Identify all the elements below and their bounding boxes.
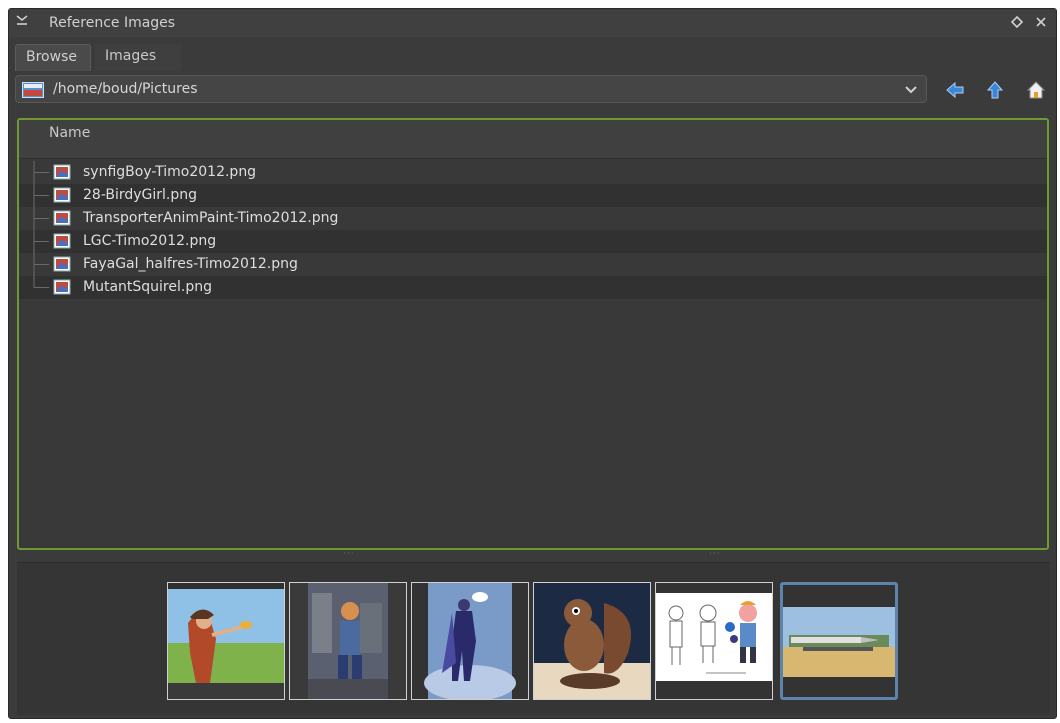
file-name: synfigBoy-Timo2012.png (83, 164, 257, 180)
chevron-down-icon[interactable] (904, 83, 918, 97)
image-file-icon (53, 164, 71, 180)
file-row[interactable]: MutantSquirel.png (19, 276, 1047, 299)
file-name: MutantSquirel.png (83, 279, 212, 295)
splitter-grip: ··· (709, 549, 721, 559)
thumbnail[interactable] (655, 582, 773, 700)
splitter-grip: ··· (343, 549, 355, 559)
file-row[interactable]: synfigBoy-Timo2012.png (19, 161, 1047, 184)
thumbnail-selected[interactable] (780, 582, 898, 700)
file-row[interactable]: LGC-Timo2012.png (19, 230, 1047, 253)
image-file-icon (53, 256, 71, 272)
reference-images-docker: Reference Images Browse Images /home/bou… (8, 8, 1057, 719)
thumbnail-strip (17, 562, 1050, 715)
home-icon[interactable] (1025, 79, 1047, 101)
file-name: FayaGal_halfres-Timo2012.png (83, 256, 298, 272)
image-file-icon (53, 279, 71, 295)
arrow-up-icon[interactable] (984, 79, 1006, 101)
file-browser: Name synfigBoy-Timo2012.png 28-BirdyGirl… (17, 118, 1049, 550)
file-row[interactable]: 28-BirdyGirl.png (19, 184, 1047, 207)
image-file-icon (53, 187, 71, 203)
thumbnail[interactable] (167, 582, 285, 700)
thumbnail[interactable] (533, 582, 651, 700)
column-header-label: Name (49, 125, 91, 141)
close-icon[interactable] (1034, 15, 1048, 29)
file-list: synfigBoy-Timo2012.png 28-BirdyGirl.png … (19, 161, 1047, 299)
file-name: TransporterAnimPaint-Timo2012.png (83, 210, 339, 226)
thumbnail[interactable] (289, 582, 407, 700)
arrow-left-icon[interactable] (944, 79, 966, 101)
image-file-icon (53, 210, 71, 226)
image-file-icon (53, 233, 71, 249)
path-text: /home/boud/Pictures (53, 81, 198, 97)
file-row[interactable]: FayaGal_halfres-Timo2012.png (19, 253, 1047, 276)
splitter-handle[interactable]: ··· ··· (9, 549, 1056, 560)
file-name: LGC-Timo2012.png (83, 233, 217, 249)
file-row[interactable]: TransporterAnimPaint-Timo2012.png (19, 207, 1047, 230)
collapse-icon[interactable] (15, 14, 29, 30)
docker-title: Reference Images (49, 15, 176, 31)
tab-browse[interactable]: Browse (15, 44, 91, 71)
folder-icon (22, 82, 44, 98)
titlebar: Reference Images (9, 9, 1056, 37)
file-name: 28-BirdyGirl.png (83, 187, 198, 203)
name-column-header[interactable]: Name (19, 120, 1047, 159)
diamond-icon[interactable] (1010, 15, 1024, 29)
path-combobox[interactable]: /home/boud/Pictures (15, 75, 927, 103)
thumbnail[interactable] (411, 582, 529, 700)
tab-images[interactable]: Images (95, 44, 181, 71)
